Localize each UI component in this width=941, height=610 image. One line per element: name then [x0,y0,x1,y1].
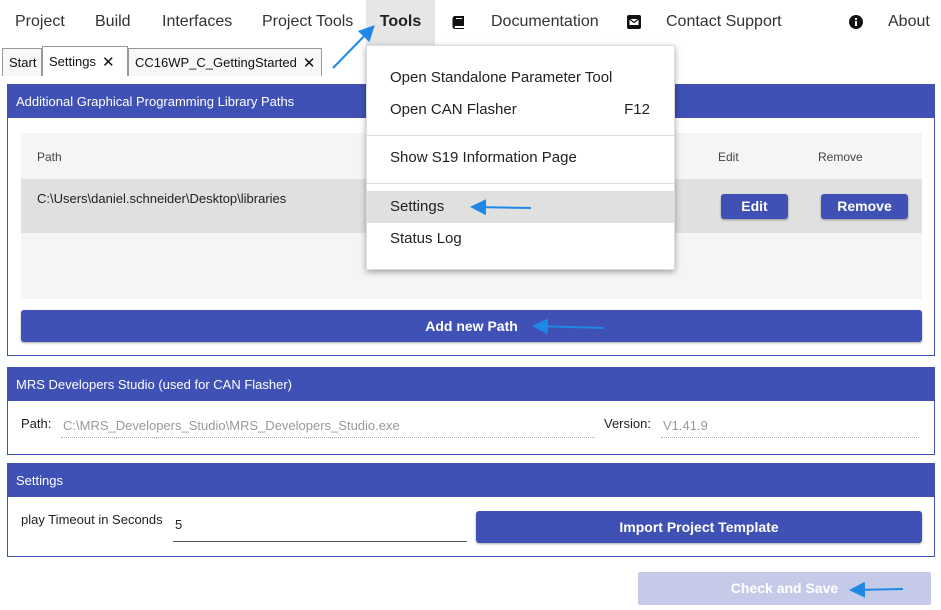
annotation-arrows [332,25,904,598]
arrow-to-tools-menu [332,25,375,69]
arrow-to-check-save-button [849,581,904,598]
arrow-to-add-path-button [532,318,605,335]
arrow-to-settings-item [470,199,532,216]
